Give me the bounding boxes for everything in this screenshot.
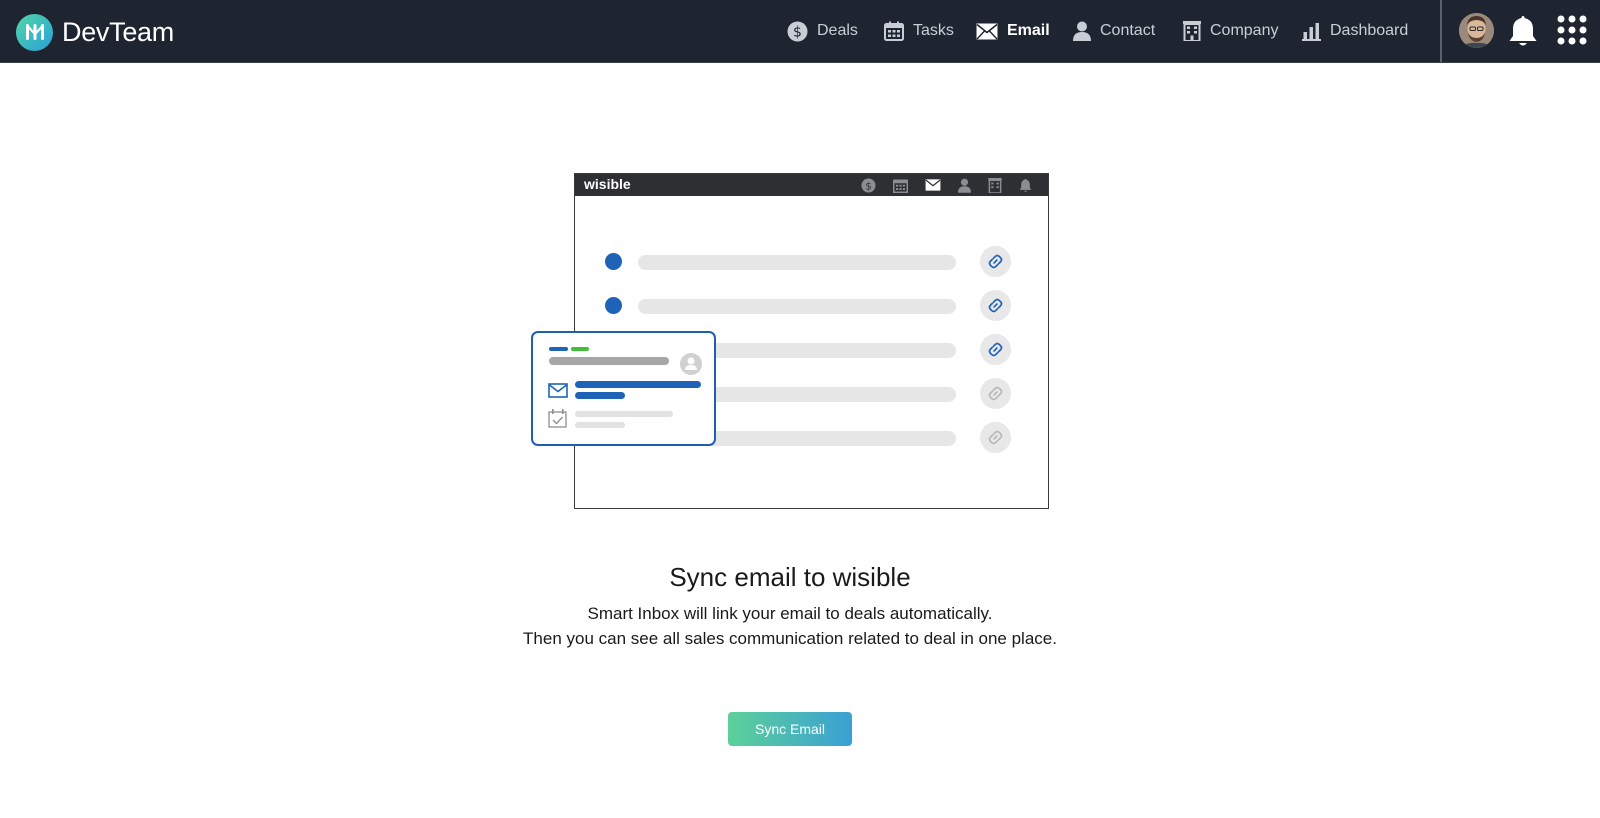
calendar-icon bbox=[884, 21, 904, 41]
illustration-brand: wisible bbox=[584, 176, 631, 192]
building-icon bbox=[988, 177, 1002, 193]
nav-item-deals[interactable]: $ Deals bbox=[787, 18, 858, 44]
description-line-2: Then you can see all sales communication… bbox=[523, 629, 1057, 648]
envelope-icon bbox=[925, 179, 941, 191]
illustration-row bbox=[605, 290, 1015, 321]
building-icon bbox=[1183, 21, 1201, 41]
nav-item-dashboard[interactable]: Dashboard bbox=[1302, 18, 1408, 44]
nav-label-email: Email bbox=[1007, 22, 1050, 39]
row-placeholder-line bbox=[638, 299, 956, 314]
nav-label-company: Company bbox=[1210, 22, 1279, 39]
nav-label-deals: Deals bbox=[817, 22, 858, 39]
link-icon bbox=[980, 246, 1011, 277]
bar-chart-icon bbox=[1302, 22, 1321, 41]
sync-email-button[interactable]: Sync Email bbox=[728, 712, 852, 746]
dollar-icon: $ bbox=[787, 21, 808, 41]
illustration-email-card bbox=[531, 331, 716, 446]
envelope-icon bbox=[976, 23, 998, 39]
link-icon bbox=[980, 422, 1011, 453]
row-dot bbox=[605, 253, 622, 270]
nav-label-contact: Contact bbox=[1100, 22, 1156, 39]
app-name: DevTeam bbox=[62, 16, 174, 47]
nav-item-contact[interactable]: Contact bbox=[1073, 18, 1155, 44]
illustration-nav-icons: $ bbox=[861, 177, 1032, 193]
calendar-icon bbox=[893, 179, 908, 193]
link-icon bbox=[980, 378, 1011, 409]
row-dot bbox=[605, 297, 622, 314]
row-placeholder-line bbox=[638, 255, 956, 270]
link-icon bbox=[980, 334, 1011, 365]
illustration-row bbox=[605, 246, 1015, 277]
page-title: Sync email to wisible bbox=[669, 562, 911, 592]
bell-icon bbox=[1019, 178, 1032, 192]
nav-item-company[interactable]: Company bbox=[1183, 18, 1278, 44]
person-icon bbox=[1073, 21, 1091, 41]
user-avatar[interactable] bbox=[1459, 13, 1494, 48]
nav-item-email[interactable]: Email bbox=[976, 18, 1050, 44]
devteam-logo-icon bbox=[16, 13, 53, 51]
apps-grid-icon[interactable] bbox=[1557, 15, 1587, 45]
nav-label-dashboard: Dashboard bbox=[1330, 22, 1409, 39]
nav-divider bbox=[1440, 0, 1442, 62]
description-line-1: Smart Inbox will link your email to deal… bbox=[587, 604, 993, 623]
person-icon bbox=[958, 178, 971, 193]
brand[interactable]: DevTeam bbox=[16, 13, 174, 51]
nav-item-tasks[interactable]: Tasks bbox=[884, 18, 954, 44]
link-icon bbox=[980, 290, 1011, 321]
dollar-icon: $ bbox=[861, 178, 876, 192]
svg-text:$: $ bbox=[865, 181, 871, 192]
top-navigation-bar: DevTeam $ Deals Tasks Email Contact Comp… bbox=[0, 0, 1600, 63]
nav-label-tasks: Tasks bbox=[913, 22, 954, 39]
illustration-app-bar: wisible $ bbox=[575, 174, 1048, 196]
notifications-bell-icon[interactable] bbox=[1508, 14, 1538, 48]
svg-text:$: $ bbox=[793, 24, 802, 40]
